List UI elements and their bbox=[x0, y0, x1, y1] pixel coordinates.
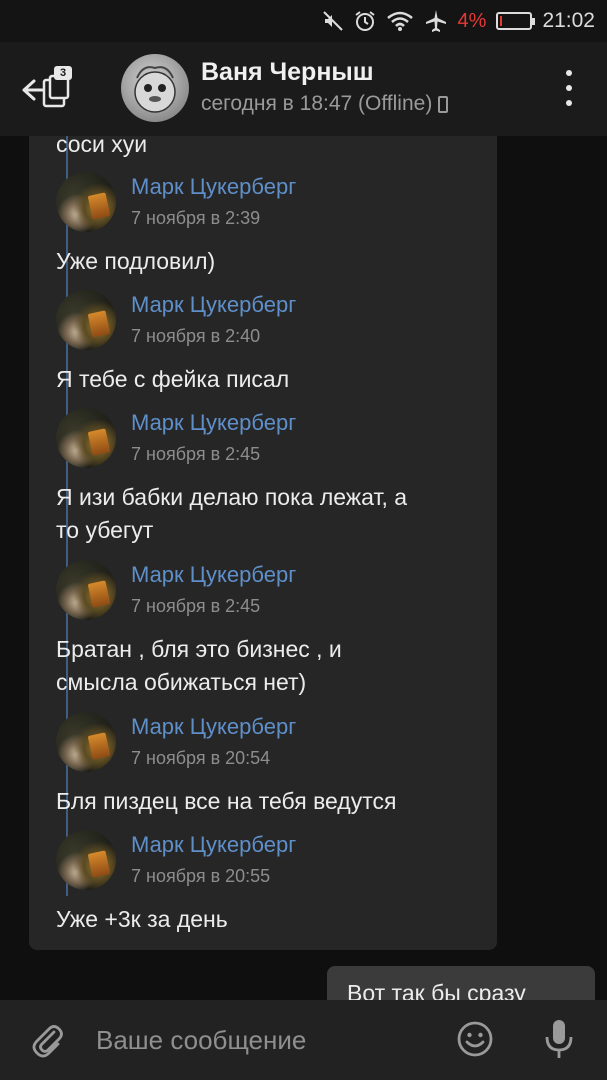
more-vert-icon-dot bbox=[566, 85, 572, 91]
contact-avatar[interactable] bbox=[121, 54, 189, 122]
message-list[interactable]: соси хуи Марк Цукерберг 7 ноября в 2:39 … bbox=[0, 136, 607, 1000]
forwarded-text: Бля пиздец все на тебя ведутся bbox=[56, 788, 397, 814]
forward-author-avatar[interactable] bbox=[56, 830, 116, 890]
back-button[interactable]: 3 bbox=[20, 64, 76, 116]
more-vert-icon-dot bbox=[566, 100, 572, 106]
forward-author-name[interactable]: Марк Цукерберг bbox=[131, 174, 296, 200]
forward-date: 7 ноября в 20:54 bbox=[131, 748, 271, 768]
status-time: 21:02 bbox=[542, 9, 595, 32]
mute-icon bbox=[322, 10, 344, 32]
forwarded-text: Я тебе с фейка писал bbox=[56, 366, 290, 392]
wifi-icon bbox=[386, 10, 414, 32]
chat-header: 3 Ваня Черныш сегодня в 18:47 (Offline) bbox=[0, 42, 607, 136]
paperclip-icon[interactable] bbox=[28, 1020, 68, 1060]
microphone-icon[interactable] bbox=[543, 1018, 575, 1060]
forward-date: 7 ноября в 2:45 bbox=[131, 596, 261, 616]
forward-author-name[interactable]: Марк Цукерберг bbox=[131, 832, 296, 858]
forward-author-avatar[interactable] bbox=[56, 172, 116, 232]
battery-percent: 4% bbox=[457, 9, 487, 32]
forward-author-name[interactable]: Марк Цукерберг bbox=[131, 714, 296, 740]
forwarded-text: соси хуи bbox=[56, 136, 148, 157]
forwarded-text: Уже подловил) bbox=[56, 248, 216, 274]
composer-bar bbox=[0, 1000, 607, 1080]
more-vert-icon-dot bbox=[566, 70, 572, 76]
battery-level-fill bbox=[500, 16, 503, 26]
status-bar: 4% 21:02 bbox=[0, 0, 607, 42]
forwarded-text-line: смысла обижаться нет) bbox=[56, 669, 307, 695]
forwarded-text-line: Братан , бля это бизнес , и bbox=[56, 636, 342, 662]
forward-date: 7 ноября в 20:55 bbox=[131, 866, 271, 886]
more-menu-button[interactable] bbox=[561, 70, 577, 106]
forward-author-avatar[interactable] bbox=[56, 290, 116, 350]
alarm-icon bbox=[354, 10, 376, 32]
forward-author-name[interactable]: Марк Цукерберг bbox=[131, 292, 296, 318]
unread-count-badge: 3 bbox=[54, 66, 72, 80]
battery-icon bbox=[496, 12, 536, 30]
outgoing-message-text: Вот так бы сразу bbox=[347, 980, 526, 1000]
forward-date: 7 ноября в 2:40 bbox=[131, 326, 261, 346]
contact-status: сегодня в 18:47 (Offline) bbox=[201, 92, 449, 116]
contact-name[interactable]: Ваня Черныш bbox=[201, 58, 374, 87]
forward-author-avatar[interactable] bbox=[56, 712, 116, 772]
last-seen-text: сегодня в 18:47 (Offline) bbox=[201, 92, 433, 115]
back-arrow-icon bbox=[20, 74, 76, 120]
forward-author-name[interactable]: Марк Цукерберг bbox=[131, 562, 296, 588]
forwarded-text: Уже +3к за день bbox=[56, 906, 228, 932]
outgoing-message-bubble[interactable]: Вот так бы сразу bbox=[327, 966, 595, 1000]
forwarded-text-line: то убегут bbox=[56, 517, 154, 543]
forward-date: 7 ноября в 2:39 bbox=[131, 208, 261, 228]
airplane-icon bbox=[424, 9, 448, 33]
forward-author-avatar[interactable] bbox=[56, 560, 116, 620]
forwarded-text-line: Я изи бабки делаю пока лежат, а bbox=[56, 484, 408, 510]
forward-author-avatar[interactable] bbox=[56, 408, 116, 468]
message-input[interactable] bbox=[96, 1020, 426, 1060]
forward-date: 7 ноября в 2:45 bbox=[131, 444, 261, 464]
emoji-icon[interactable] bbox=[456, 1020, 494, 1058]
phone-icon bbox=[438, 95, 449, 113]
forward-author-name[interactable]: Марк Цукерберг bbox=[131, 410, 296, 436]
status-icons: 4% 21:02 bbox=[322, 8, 595, 34]
